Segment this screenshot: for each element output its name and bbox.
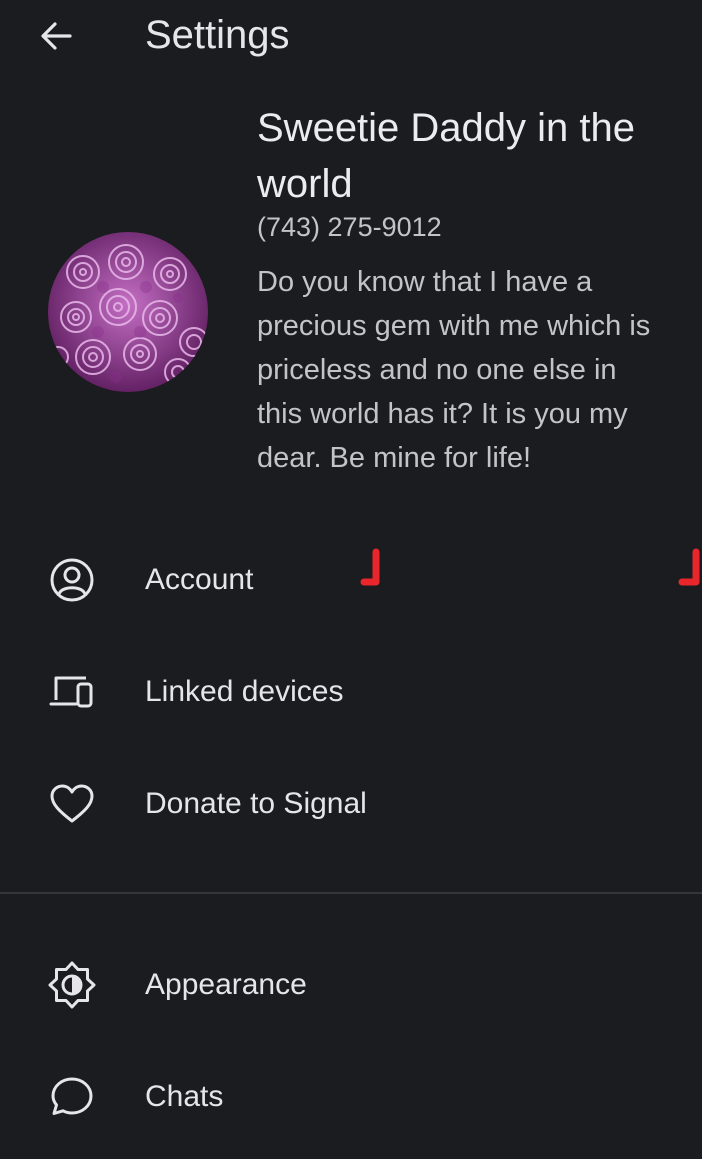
brightness-icon xyxy=(46,961,98,1009)
menu-item-label: Chats xyxy=(145,1080,224,1113)
red-annotation-mark xyxy=(678,548,700,586)
menu-item-account[interactable]: Account xyxy=(0,524,702,636)
menu-item-chats[interactable]: Chats xyxy=(0,1041,702,1153)
avatar[interactable] xyxy=(48,232,208,392)
devices-icon xyxy=(46,668,98,716)
profile-card[interactable]: Sweetie Daddy in the world (743) 275-901… xyxy=(0,96,702,526)
back-button[interactable] xyxy=(30,12,82,60)
menu-item-label: Donate to Signal xyxy=(145,787,367,820)
account-circle-icon xyxy=(46,556,98,604)
menu-item-label: Linked devices xyxy=(145,675,344,708)
menu-item-label: Account xyxy=(145,563,254,596)
menu-item-linked-devices[interactable]: Linked devices xyxy=(0,636,702,748)
menu-item-appearance[interactable]: Appearance xyxy=(0,929,702,1041)
menu-item-donate[interactable]: Donate to Signal xyxy=(0,748,702,860)
heart-icon xyxy=(46,780,98,828)
menu-item-label: Appearance xyxy=(145,968,307,1001)
page-title: Settings xyxy=(145,13,290,57)
profile-name: Sweetie Daddy in the world xyxy=(257,106,636,206)
profile-phone: (743) 275-9012 xyxy=(257,212,442,242)
profile-about: Do you know that I have a precious gem w… xyxy=(257,266,651,474)
arrow-left-icon xyxy=(41,22,72,50)
top-app-bar: Settings xyxy=(0,0,702,72)
red-annotation-mark xyxy=(360,548,380,586)
section-divider xyxy=(0,892,702,894)
chat-bubble-icon xyxy=(46,1073,98,1121)
